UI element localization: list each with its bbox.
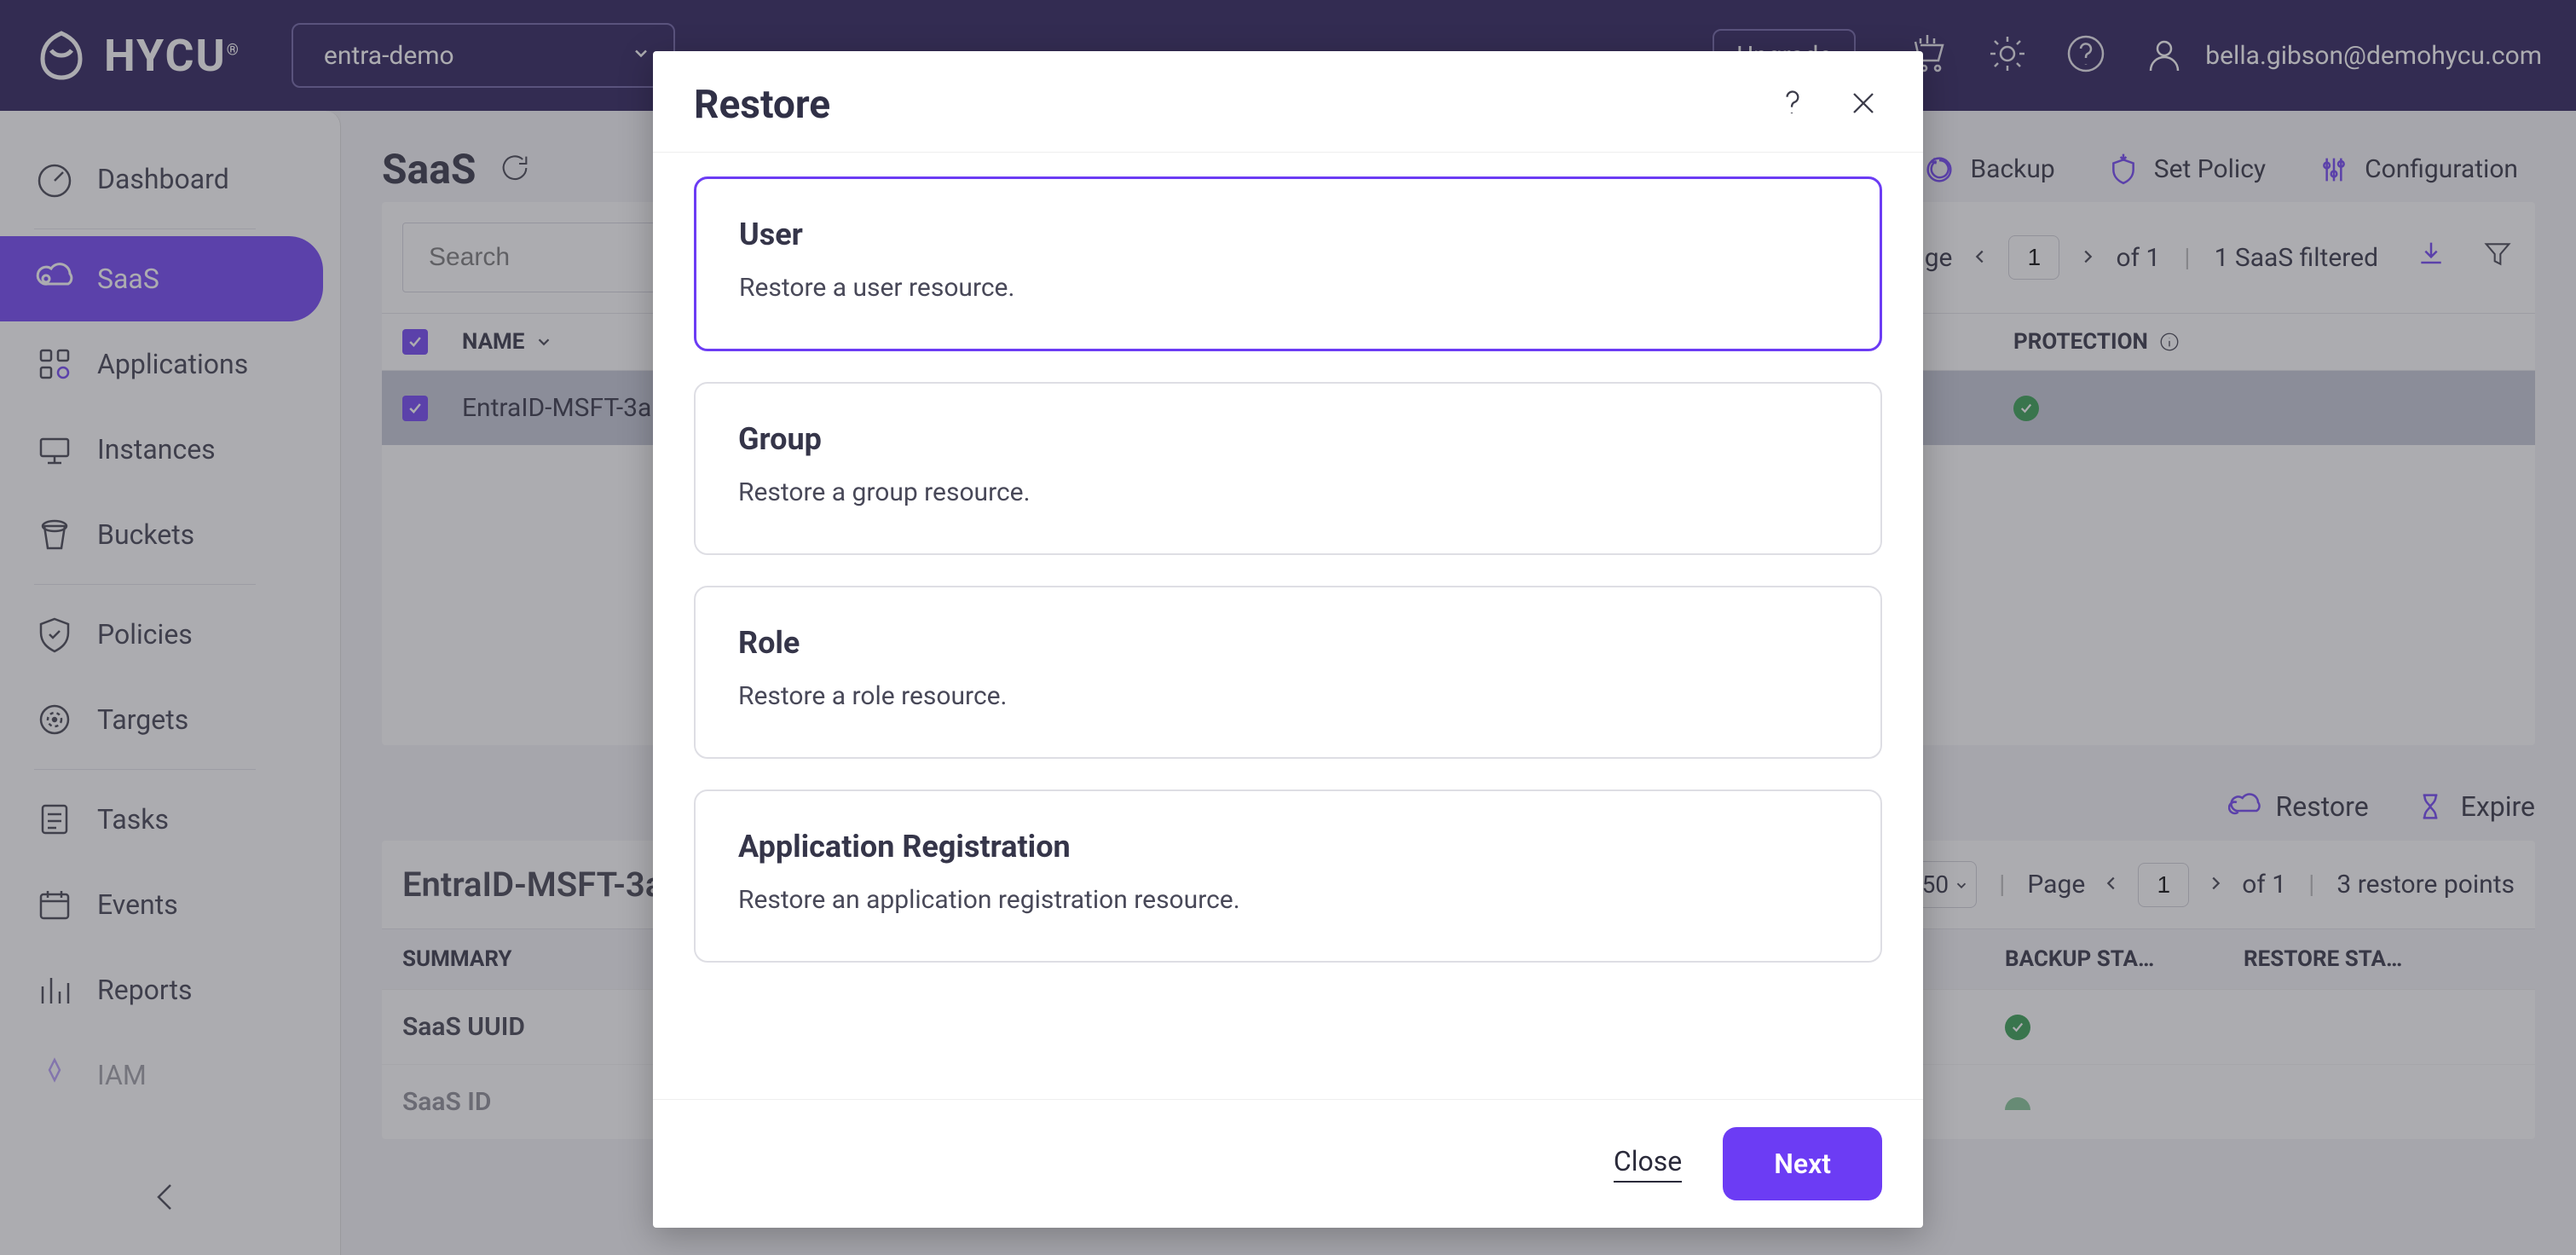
- option-desc: Restore a role resource.: [738, 681, 1838, 711]
- next-button[interactable]: Next: [1723, 1127, 1882, 1200]
- modal-body: User Restore a user resource. Group Rest…: [653, 153, 1923, 1099]
- modal-close-button[interactable]: [1845, 84, 1882, 125]
- modal-help-button[interactable]: [1773, 84, 1811, 125]
- option-title: Application Registration: [738, 829, 1838, 865]
- restore-option-role[interactable]: Role Restore a role resource.: [694, 586, 1882, 759]
- modal-overlay: Restore User Restore a user resource. Gr…: [0, 0, 2576, 1255]
- restore-option-user[interactable]: User Restore a user resource.: [694, 176, 1882, 351]
- modal-title: Restore: [694, 82, 830, 128]
- option-title: User: [739, 217, 1837, 252]
- close-button[interactable]: Close: [1614, 1145, 1682, 1183]
- option-title: Group: [738, 421, 1838, 457]
- option-title: Role: [738, 625, 1838, 661]
- restore-option-app-registration[interactable]: Application Registration Restore an appl…: [694, 789, 1882, 963]
- restore-modal: Restore User Restore a user resource. Gr…: [653, 51, 1923, 1228]
- option-desc: Restore an application registration reso…: [738, 885, 1838, 915]
- option-desc: Restore a group resource.: [738, 477, 1838, 507]
- restore-option-group[interactable]: Group Restore a group resource.: [694, 382, 1882, 555]
- modal-header: Restore: [653, 51, 1923, 153]
- option-desc: Restore a user resource.: [739, 273, 1837, 303]
- modal-footer: Close Next: [653, 1099, 1923, 1228]
